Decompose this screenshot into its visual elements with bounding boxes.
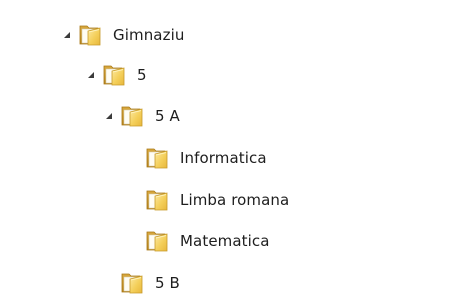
folder-icon bbox=[145, 146, 171, 170]
tree-node-label: Limba romana bbox=[180, 191, 290, 209]
tree-node-label: Gimnaziu bbox=[113, 26, 185, 44]
tree-node-informatica[interactable]: Informatica bbox=[145, 141, 267, 175]
folder-icon bbox=[102, 63, 128, 87]
folder-icon bbox=[78, 23, 104, 47]
tree-node-5a[interactable]: 5 A bbox=[102, 99, 180, 133]
expanded-arrow-icon[interactable] bbox=[102, 109, 116, 123]
tree-node-label: 5 bbox=[137, 66, 147, 84]
tree-node-limba-romana[interactable]: Limba romana bbox=[145, 183, 289, 217]
folder-icon bbox=[145, 229, 171, 253]
tree-node-matematica[interactable]: Matematica bbox=[145, 224, 270, 258]
folder-icon bbox=[120, 271, 146, 295]
tree-node-5[interactable]: 5 bbox=[84, 58, 147, 92]
tree-node-label: 5 B bbox=[155, 274, 180, 292]
folder-icon bbox=[145, 188, 171, 212]
tree-node-label: 5 A bbox=[155, 107, 180, 125]
expanded-arrow-icon[interactable] bbox=[84, 68, 98, 82]
tree-node-5b[interactable]: 5 B bbox=[120, 266, 180, 300]
folder-tree: Gimnaziu 5 5 A Informatica Limba romana bbox=[0, 0, 472, 301]
folder-icon bbox=[120, 104, 146, 128]
tree-node-label: Matematica bbox=[180, 232, 270, 250]
tree-node-gimnaziu[interactable]: Gimnaziu bbox=[60, 18, 184, 52]
tree-node-label: Informatica bbox=[180, 149, 267, 167]
expanded-arrow-icon[interactable] bbox=[60, 28, 74, 42]
